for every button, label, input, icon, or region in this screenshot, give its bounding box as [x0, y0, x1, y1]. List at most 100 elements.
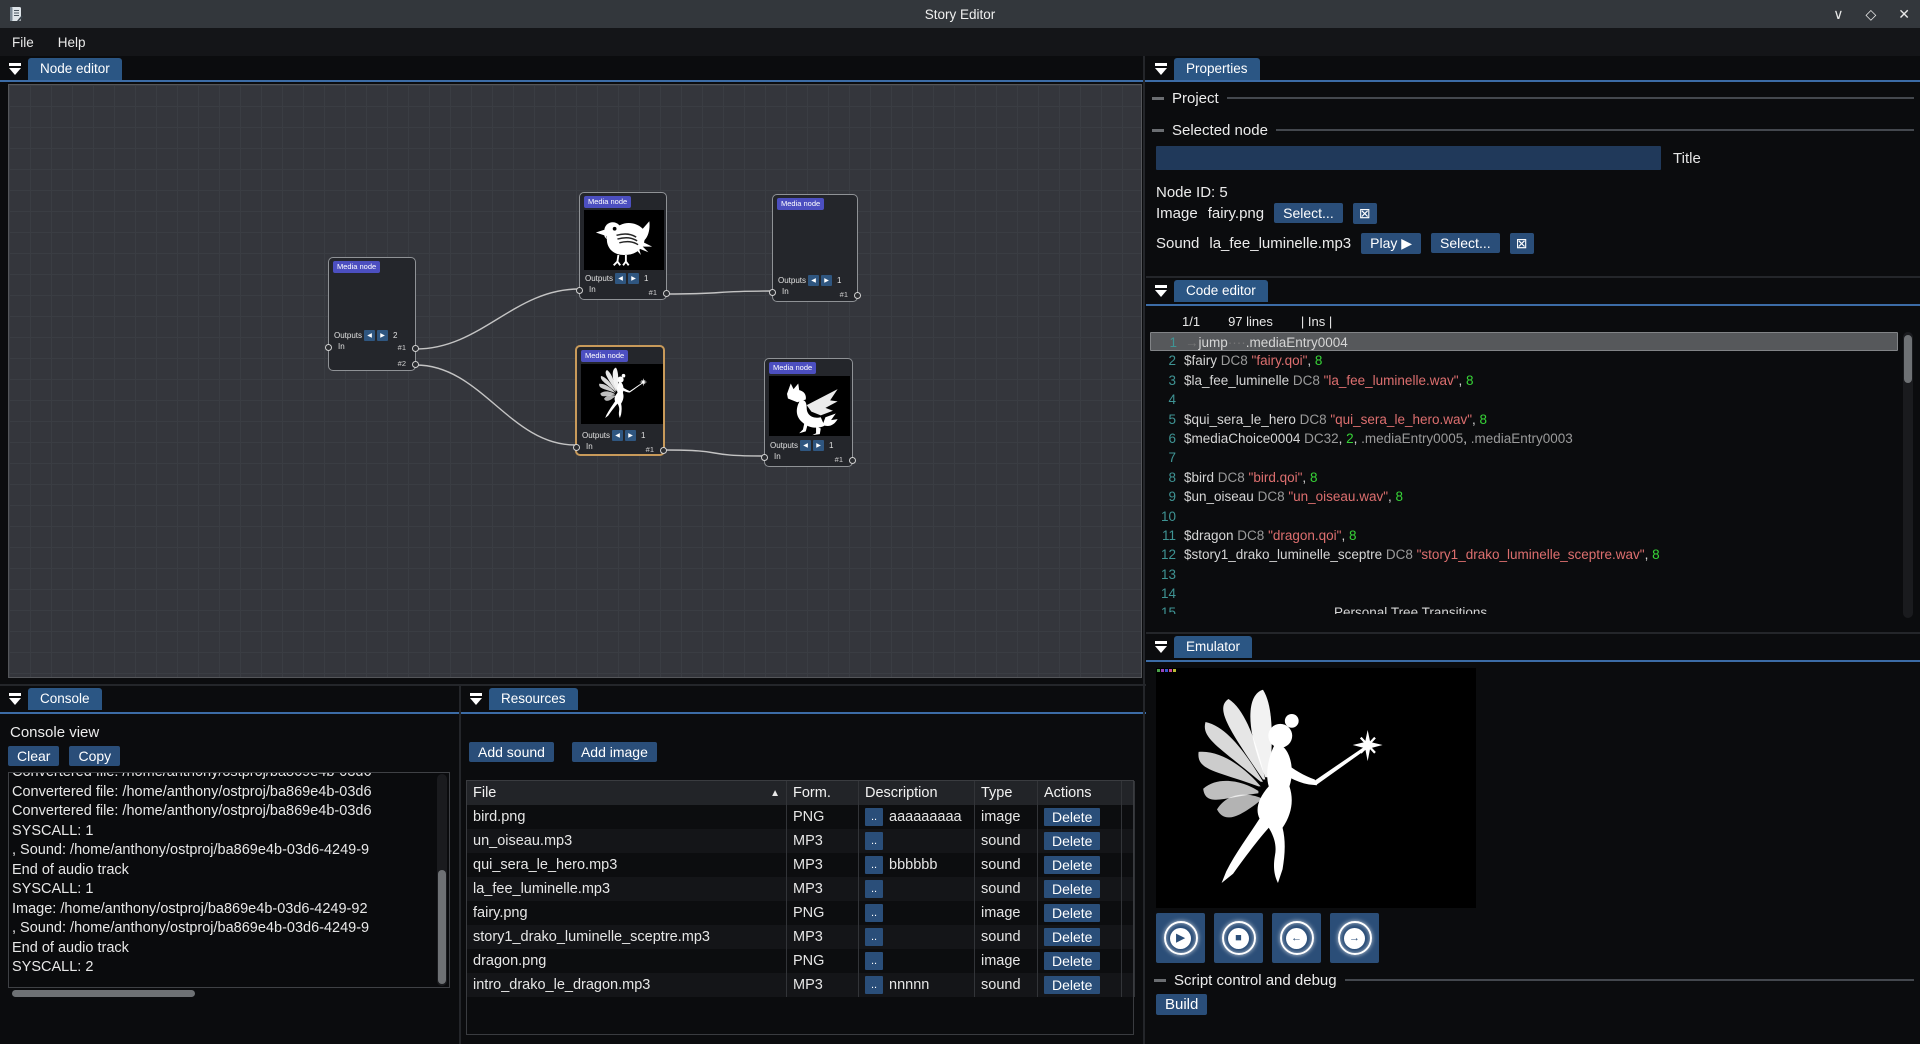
add-image-button[interactable]: Add image — [572, 742, 657, 762]
sound-clear-button[interactable]: ⊠ — [1510, 233, 1534, 254]
delete-button[interactable]: Delete — [1044, 928, 1100, 946]
edit-description-button[interactable]: .. — [865, 880, 883, 898]
column-header-type[interactable]: Type — [975, 781, 1038, 805]
collapse-icon[interactable] — [469, 693, 483, 706]
forward-button[interactable]: → — [1330, 913, 1379, 963]
decrease-outputs-button[interactable]: ◀ — [612, 430, 623, 441]
output-port[interactable] — [660, 447, 667, 454]
column-header-form[interactable]: Form. — [787, 781, 859, 805]
node-start[interactable]: Media nodeOutputs◀▶2In#1#2 — [328, 257, 416, 371]
edit-description-button[interactable]: .. — [865, 976, 883, 994]
delete-button[interactable]: Delete — [1044, 976, 1100, 994]
minimize-button[interactable]: ∨ — [1833, 0, 1843, 28]
node-fairy[interactable]: Media nodeOutputs◀▶1In#1 — [575, 345, 665, 456]
code-vertical-scrollbar[interactable] — [1903, 332, 1913, 618]
table-row[interactable]: fairy.pngPNG..imageDelete — [467, 901, 1133, 925]
scrollbar-thumb[interactable] — [12, 990, 195, 997]
collapse-icon[interactable] — [1154, 63, 1168, 76]
output-port[interactable] — [663, 290, 670, 297]
tab-resources[interactable]: Resources — [489, 688, 578, 710]
column-header-file[interactable]: File▲ — [467, 781, 787, 805]
tab-emulator[interactable]: Emulator — [1174, 636, 1252, 658]
tab-console[interactable]: Console — [28, 688, 102, 710]
increase-outputs-button[interactable]: ▶ — [377, 330, 388, 341]
console-resources-splitter[interactable] — [459, 686, 461, 1044]
delete-button[interactable]: Delete — [1044, 832, 1100, 850]
edit-description-button[interactable]: .. — [865, 808, 883, 826]
clear-button[interactable]: Clear — [8, 746, 59, 766]
node-bird[interactable]: Media nodeOutputs◀▶1In#1 — [579, 192, 667, 300]
edit-description-button[interactable]: .. — [865, 832, 883, 850]
delete-button[interactable]: Delete — [1044, 952, 1100, 970]
table-row[interactable]: story1_drako_luminelle_sceptre.mp3MP3..s… — [467, 925, 1133, 949]
sound-select-button[interactable]: Select... — [1431, 233, 1500, 253]
decrease-outputs-button[interactable]: ◀ — [615, 273, 626, 284]
decrease-outputs-button[interactable]: ◀ — [800, 440, 811, 451]
node-dragon[interactable]: Media nodeOutputs◀▶1In#1 — [764, 358, 853, 467]
input-port[interactable] — [576, 287, 583, 294]
back-button[interactable]: ← — [1272, 913, 1321, 963]
stop-button[interactable]: ■ — [1214, 913, 1263, 963]
sound-play-button[interactable]: Play ▶ — [1361, 233, 1421, 254]
copy-button[interactable]: Copy — [69, 746, 120, 766]
delete-button[interactable]: Delete — [1044, 856, 1100, 874]
maximize-button[interactable]: ◇ — [1865, 0, 1876, 28]
edit-description-button[interactable]: .. — [865, 856, 883, 874]
add-sound-button[interactable]: Add sound — [469, 742, 554, 762]
horizontal-splitter[interactable] — [0, 684, 1146, 686]
table-row[interactable]: qui_sera_le_hero.mp3MP3..bbbbbbsoundDele… — [467, 853, 1133, 877]
output-port[interactable] — [854, 292, 861, 299]
tab-node-editor[interactable]: Node editor — [28, 58, 122, 80]
collapse-icon[interactable] — [1154, 285, 1168, 298]
delete-button[interactable]: Delete — [1044, 808, 1100, 826]
table-row[interactable]: intro_drako_le_dragon.mp3MP3..nnnnnsound… — [467, 973, 1133, 997]
input-port[interactable] — [325, 344, 332, 351]
column-header-actions[interactable]: Actions — [1038, 781, 1122, 805]
vertical-splitter[interactable] — [1143, 56, 1145, 1044]
code-area[interactable]: 1→jump····.mediaEntry00042$fairy DC8 "fa… — [1150, 332, 1898, 614]
tab-properties[interactable]: Properties — [1174, 58, 1260, 80]
play-button[interactable]: ▶ — [1156, 913, 1205, 963]
output-port[interactable] — [412, 345, 419, 352]
delete-button[interactable]: Delete — [1044, 904, 1100, 922]
node-choice[interactable]: Media nodeOutputs◀▶1In#1 — [772, 194, 858, 302]
collapse-icon[interactable] — [8, 693, 22, 706]
table-row[interactable]: un_oiseau.mp3MP3..soundDelete — [467, 829, 1133, 853]
decrease-outputs-button[interactable]: ◀ — [364, 330, 375, 341]
build-button[interactable]: Build — [1156, 994, 1207, 1015]
increase-outputs-button[interactable]: ▶ — [625, 430, 636, 441]
node-canvas[interactable]: Media nodeOutputs◀▶2In#1#2 Media nodeOutp… — [8, 84, 1142, 678]
column-header-description[interactable]: Description — [859, 781, 975, 805]
console-vertical-scrollbar[interactable] — [437, 774, 447, 986]
table-row[interactable]: dragon.pngPNG..imageDelete — [467, 949, 1133, 973]
increase-outputs-button[interactable]: ▶ — [821, 275, 832, 286]
console-horizontal-scrollbar[interactable] — [8, 989, 450, 998]
edit-description-button[interactable]: .. — [865, 928, 883, 946]
console-log[interactable]: Convertered file: /home/anthony/ostproj/… — [8, 772, 450, 988]
image-clear-button[interactable]: ⊠ — [1353, 203, 1377, 224]
input-port[interactable] — [573, 444, 580, 451]
menu-help[interactable]: Help — [46, 32, 98, 53]
input-port[interactable] — [761, 454, 768, 461]
image-select-button[interactable]: Select... — [1274, 203, 1343, 223]
edit-description-button[interactable]: .. — [865, 952, 883, 970]
edit-description-button[interactable]: .. — [865, 904, 883, 922]
increase-outputs-button[interactable]: ▶ — [628, 273, 639, 284]
tab-code-editor[interactable]: Code editor — [1174, 280, 1268, 302]
delete-button[interactable]: Delete — [1044, 880, 1100, 898]
input-port[interactable] — [769, 289, 776, 296]
menu-file[interactable]: File — [0, 32, 46, 53]
title-input[interactable] — [1156, 146, 1661, 170]
increase-outputs-button[interactable]: ▶ — [813, 440, 824, 451]
collapse-icon[interactable] — [8, 63, 22, 76]
properties-code-splitter[interactable] — [1146, 276, 1920, 278]
code-emulator-splitter[interactable] — [1146, 632, 1920, 634]
decrease-outputs-button[interactable]: ◀ — [808, 275, 819, 286]
output-port[interactable] — [849, 457, 856, 464]
table-row[interactable]: bird.pngPNG..aaaaaaaaaimageDelete — [467, 805, 1133, 829]
scrollbar-thumb[interactable] — [1904, 335, 1912, 383]
close-button[interactable]: ✕ — [1898, 0, 1910, 28]
table-row[interactable]: la_fee_luminelle.mp3MP3..soundDelete — [467, 877, 1133, 901]
scrollbar-thumb[interactable] — [438, 870, 446, 984]
output-port[interactable] — [412, 361, 419, 368]
